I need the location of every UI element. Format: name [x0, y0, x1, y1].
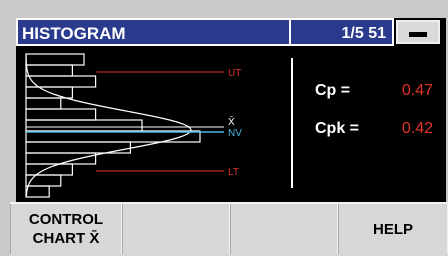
minus-key-icon[interactable] — [396, 20, 440, 44]
histogram-bar — [25, 152, 97, 165]
display-screen: HISTOGRAM 1/5 51 UT X̄ NV LT Cp = 0.47 C… — [16, 18, 446, 202]
control-chart-button-line2: CHART X̄ — [32, 230, 100, 247]
control-chart-button[interactable]: CONTROL CHART X̄ — [10, 204, 122, 254]
cp-value: 0.47 — [401, 82, 433, 99]
upper-limit-label: UT — [228, 68, 241, 79]
histogram-bar — [25, 64, 74, 77]
screen-title: HISTOGRAM — [16, 18, 290, 46]
softkey-bar: CONTROL CHART X̄ HELP — [10, 202, 448, 256]
cpk-value: 0.42 — [401, 120, 433, 137]
lower-limit-label: LT — [228, 167, 239, 178]
histogram-bar — [25, 119, 143, 132]
cp-label: Cp = — [315, 82, 351, 99]
histogram-bar — [25, 185, 50, 198]
histogram-chart: UT X̄ NV LT — [25, 53, 242, 198]
mean-label: X̄ — [228, 115, 235, 128]
nominal-label: NV — [228, 128, 242, 139]
softkey-3[interactable] — [230, 204, 338, 254]
help-button[interactable]: HELP — [338, 204, 448, 254]
histogram-bar — [25, 97, 62, 110]
histogram-bar — [25, 108, 97, 121]
histogram-bar — [25, 53, 85, 66]
histogram-bar — [25, 163, 74, 176]
cpk-label: Cpk = — [315, 120, 360, 137]
panel-divider — [291, 58, 293, 188]
control-chart-button-line1: CONTROL — [28, 211, 104, 228]
title-bar: HISTOGRAM 1/5 51 — [16, 18, 446, 46]
softkey-2[interactable] — [122, 204, 230, 254]
sample-counter: 1/5 51 — [290, 18, 394, 46]
